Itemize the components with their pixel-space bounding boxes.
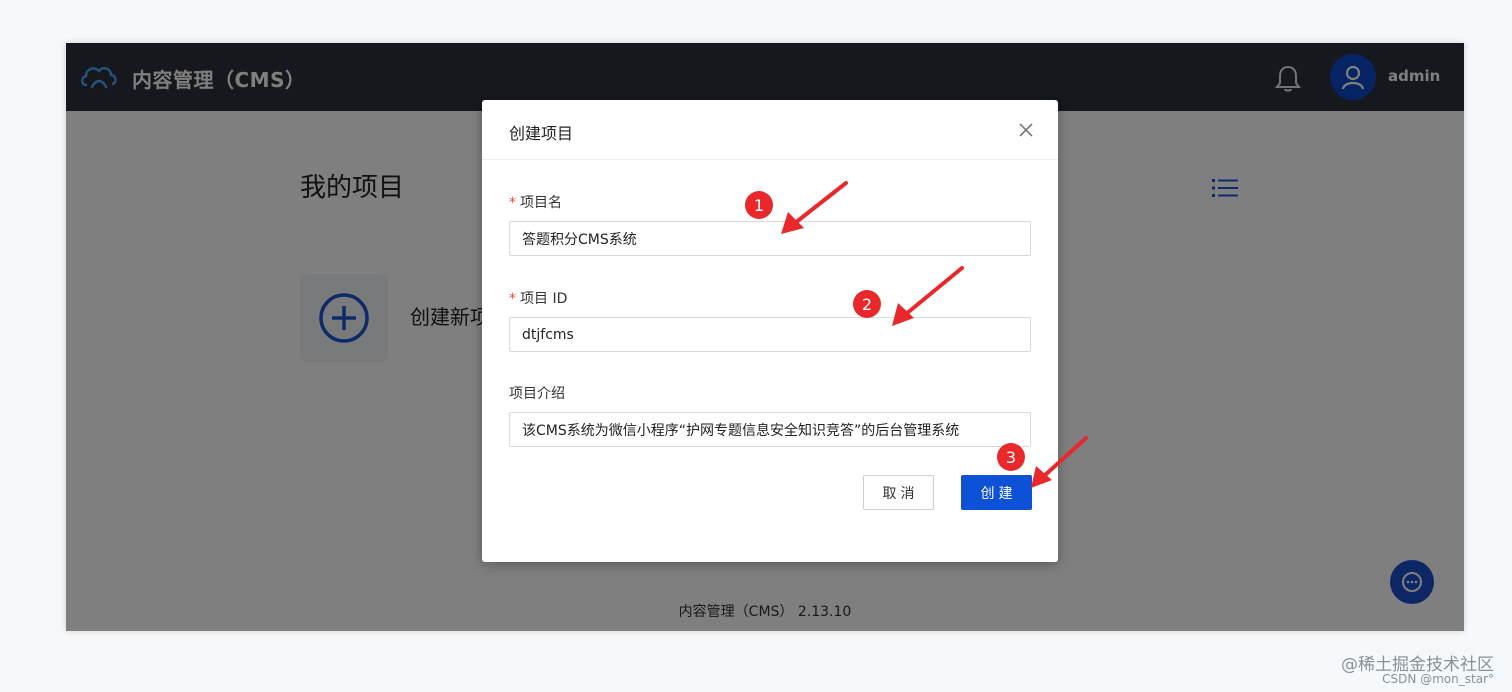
project-description-label: 项目介绍 xyxy=(509,386,565,402)
watermark-csdn: CSDN @mon_star° xyxy=(1382,672,1494,686)
project-id-label: * 项目 ID xyxy=(509,291,568,307)
create-button[interactable]: 创建 xyxy=(961,475,1032,510)
dialog-title: 创建项目 xyxy=(509,124,574,143)
project-name-label: * 项目名 xyxy=(509,195,562,211)
project-id-input[interactable] xyxy=(509,317,1031,352)
project-name-input[interactable] xyxy=(509,221,1031,256)
annotation-badge-2: 2 xyxy=(853,290,881,318)
required-mark: * xyxy=(509,195,516,211)
close-icon[interactable] xyxy=(1018,122,1034,138)
required-mark: * xyxy=(509,291,516,307)
annotation-badge-1: 1 xyxy=(745,191,773,219)
annotation-badge-3: 3 xyxy=(997,443,1025,471)
cancel-button[interactable]: 取消 xyxy=(863,475,934,510)
dialog-header: 创建项目 xyxy=(482,100,1058,160)
project-description-input[interactable] xyxy=(509,412,1031,447)
create-project-dialog: 创建项目 *项目名 *项目 ID 项目介绍 取消 创建 xyxy=(482,100,1058,562)
